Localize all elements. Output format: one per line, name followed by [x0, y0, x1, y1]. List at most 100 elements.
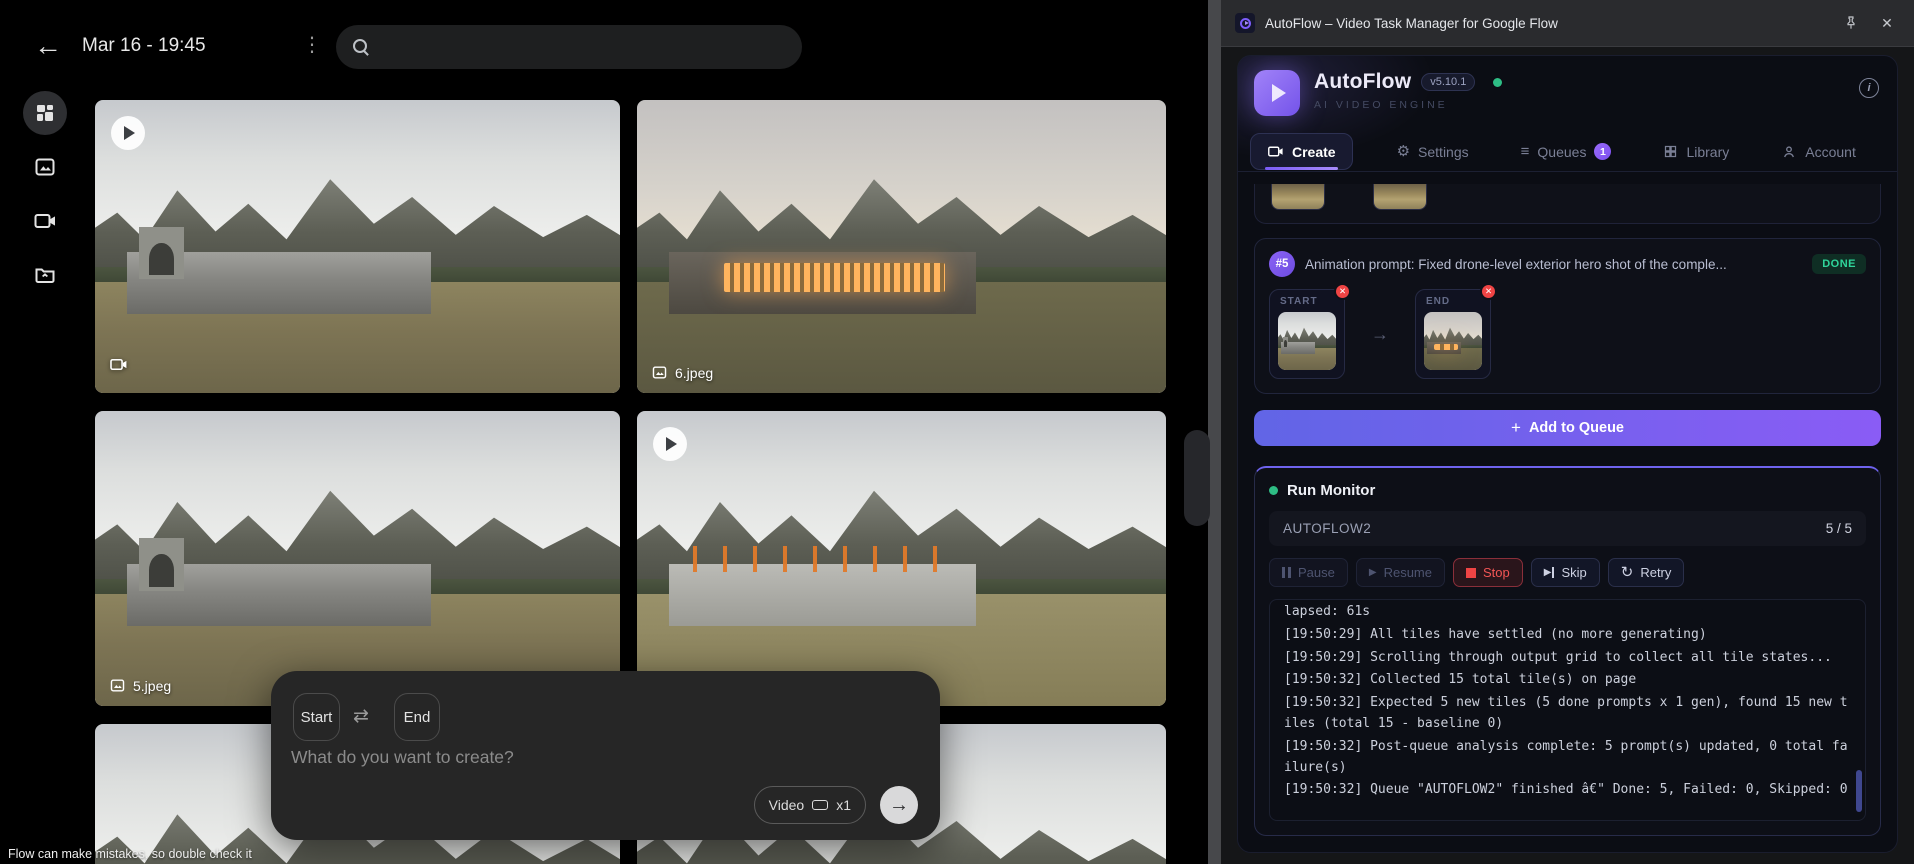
arrow-right-icon: → — [1371, 323, 1389, 344]
skip-button[interactable]: ▶ Skip — [1530, 558, 1600, 587]
log-line: [19:50:29] Scrolling through output grid… — [1284, 649, 1832, 665]
swap-frames-icon[interactable]: ⇄ — [353, 705, 369, 728]
rail-item-videos[interactable] — [0, 194, 90, 248]
app-name: AutoFlow — [1314, 70, 1412, 93]
prompt-composer: Start ⇄ End Video x1 → — [271, 671, 940, 840]
person-icon — [1784, 145, 1795, 157]
running-status-dot — [1269, 486, 1278, 495]
play-icon: ▶ — [1368, 567, 1377, 578]
end-frame-button[interactable]: End — [394, 693, 440, 741]
log-line: [19:50:32] Queue "AUTOFLOW2" finished â€… — [1284, 782, 1848, 798]
flow-topbar: ← Mar 16 - 19:45 ⋮ + ⚙ ⋮ ULTR — [0, 0, 1206, 88]
project-menu-icon[interactable]: ⋮ — [300, 30, 324, 58]
info-icon[interactable]: i — [1859, 78, 1879, 98]
play-icon[interactable] — [111, 116, 145, 150]
search-input[interactable] — [380, 38, 786, 56]
task-id-badge: #5 — [1269, 251, 1295, 277]
autoflow-side-panel: AutoFlow – Video Task Manager for Google… — [1221, 0, 1914, 864]
play-icon[interactable] — [653, 427, 687, 461]
tab-create[interactable]: Create — [1250, 133, 1353, 170]
plus-icon: + — [1511, 418, 1521, 437]
side-panel-header: AutoFlow – Video Task Manager for Google… — [1221, 0, 1914, 47]
log-line: [19:50:32] Expected 5 new tiles (5 done … — [1284, 695, 1848, 731]
gallery-tile-4[interactable] — [637, 411, 1166, 706]
tab-bar: Create ⚙ Settings ≡ Queues 1 Library Acc… — [1238, 122, 1897, 172]
gallery-tile-3[interactable]: 5.jpeg — [95, 411, 620, 706]
flow-app: ← Mar 16 - 19:45 ⋮ + ⚙ ⋮ ULTR — [0, 0, 1206, 864]
run-log-console[interactable]: lapsed: 61s [19:50:29] All tiles have se… — [1269, 599, 1866, 821]
queues-list-icon: ≡ — [1520, 143, 1530, 160]
tile-1-image — [95, 100, 620, 393]
tab-queues[interactable]: ≡ Queues 1 — [1513, 134, 1620, 169]
task-card-5: #5 Animation prompt: Fixed drone-level e… — [1254, 238, 1881, 394]
run-monitor-title: Run Monitor — [1287, 482, 1376, 499]
version-badge: v5.10.1 — [1421, 73, 1476, 91]
autoflow-logo-icon — [1254, 70, 1300, 116]
gallery-tile-1[interactable] — [95, 100, 620, 393]
remove-start-frame-icon[interactable]: ✕ — [1334, 283, 1351, 300]
image-icon — [35, 158, 55, 176]
dashboard-grid-icon — [37, 105, 53, 121]
start-frame-slot[interactable]: ✕ START — [1269, 283, 1351, 379]
page-scrollbar[interactable] — [1208, 0, 1221, 864]
video-type-icon — [109, 355, 128, 379]
resume-button[interactable]: ▶ Resume — [1355, 558, 1445, 587]
task-prompt-text: Animation prompt: Fixed drone-level exte… — [1305, 256, 1727, 272]
output-type-selector[interactable]: Video x1 — [753, 786, 866, 824]
left-rail — [0, 86, 90, 302]
project-title: Mar 16 - 19:45 — [82, 35, 206, 56]
add-to-queue-button[interactable]: + Add to Queue — [1254, 410, 1881, 446]
log-scrollbar-thumb[interactable] — [1856, 770, 1862, 812]
search-bar[interactable] — [336, 25, 802, 69]
end-frame-slot[interactable]: ✕ END — [1415, 283, 1497, 379]
remove-end-frame-icon[interactable]: ✕ — [1480, 283, 1497, 300]
start-frame-button[interactable]: Start — [293, 693, 340, 741]
library-grid-icon — [1665, 145, 1677, 158]
active-queue-bar: AUTOFLOW2 5 / 5 — [1269, 511, 1866, 546]
panel-resize-handle[interactable] — [1184, 430, 1210, 526]
prompt-input[interactable] — [291, 747, 911, 768]
rail-item-images[interactable] — [0, 140, 90, 194]
retry-icon: ↻ — [1620, 564, 1634, 581]
pin-icon[interactable] — [1838, 10, 1864, 36]
submit-prompt-button[interactable]: → — [880, 786, 918, 824]
gallery-tile-2[interactable]: 6.jpeg — [637, 100, 1166, 393]
panel-scroll-area[interactable]: #5 Animation prompt: Fixed drone-level e… — [1238, 172, 1897, 852]
retry-button[interactable]: ↻ Retry — [1607, 558, 1685, 587]
videocam-icon — [1268, 146, 1283, 157]
online-status-dot — [1493, 77, 1503, 87]
rail-item-dashboard[interactable] — [0, 86, 90, 140]
tab-account[interactable]: Account — [1773, 135, 1864, 169]
start-slot-label: START — [1280, 296, 1318, 307]
thumbnail — [1271, 184, 1325, 210]
output-type-label: Video — [768, 797, 805, 813]
autoflow-header: AutoFlow v5.10.1 AI VIDEO ENGINE i — [1238, 56, 1897, 122]
status-badge: DONE — [1812, 254, 1866, 274]
skip-icon: ▶ — [1544, 567, 1555, 578]
close-icon[interactable]: ✕ — [1874, 10, 1900, 36]
back-icon[interactable]: ← — [30, 28, 66, 64]
tab-library[interactable]: Library — [1655, 135, 1737, 169]
queue-progress: 5 / 5 — [1825, 521, 1852, 536]
output-count: x1 — [836, 797, 851, 813]
rail-item-upload-folder[interactable] — [0, 248, 90, 302]
queue-name: AUTOFLOW2 — [1283, 521, 1372, 536]
tab-settings[interactable]: ⚙ Settings — [1389, 135, 1477, 169]
tile-3-filename: 5.jpeg — [109, 677, 171, 694]
run-monitor-card: Run Monitor AUTOFLOW2 5 / 5 Pause ▶ Resu… — [1254, 466, 1881, 836]
folder-upload-icon — [35, 268, 55, 283]
aspect-icon — [812, 800, 829, 810]
stop-button[interactable]: Stop — [1453, 558, 1523, 587]
log-line: [19:50:32] Collected 15 total tile(s) on… — [1284, 672, 1637, 688]
start-frame-thumbnail — [1278, 312, 1336, 370]
pause-button[interactable]: Pause — [1269, 558, 1348, 587]
queues-count-badge: 1 — [1594, 143, 1612, 160]
side-panel-title: AutoFlow – Video Task Manager for Google… — [1265, 15, 1558, 31]
search-icon — [352, 38, 370, 56]
gear-icon: ⚙ — [1396, 143, 1411, 160]
end-slot-label: END — [1426, 296, 1451, 307]
tile-2-filename: 6.jpeg — [651, 364, 713, 381]
app-tagline: AI VIDEO ENGINE — [1314, 99, 1448, 111]
previous-task-card-partial[interactable] — [1254, 184, 1881, 224]
tile-3-image — [95, 411, 620, 706]
